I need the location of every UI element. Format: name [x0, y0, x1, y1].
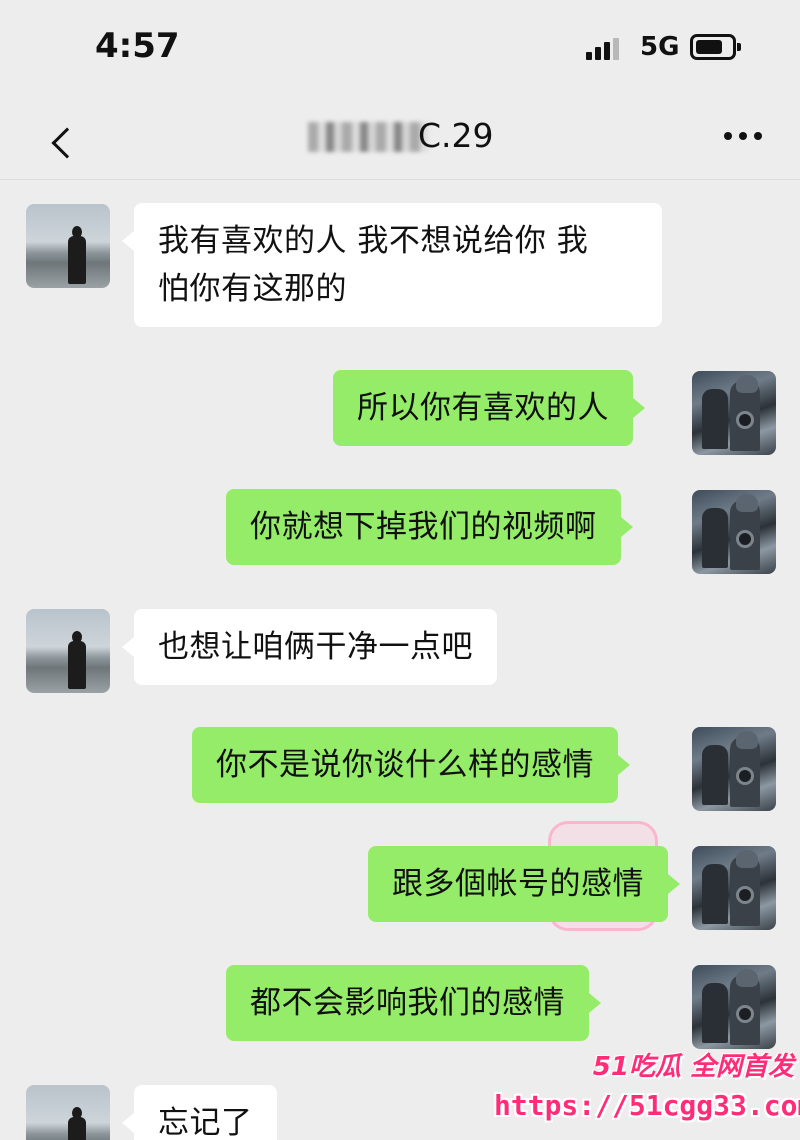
contact-avatar[interactable]: [26, 204, 110, 288]
watermark-brand: 51吃瓜 全网首发: [592, 1052, 794, 1082]
message-text: 我有喜欢的人 我不想说给你 我: [158, 223, 589, 259]
back-button[interactable]: [20, 106, 83, 166]
chat-header: C.29: [0, 96, 800, 180]
my-avatar[interactable]: [692, 371, 776, 455]
message-text: 怕你有这那的: [158, 271, 347, 307]
my-avatar[interactable]: [692, 846, 776, 930]
message-text: 忘记了: [158, 1105, 253, 1140]
status-bar: 4:57 5G: [0, 0, 800, 96]
chat-title-text: C.29: [418, 116, 494, 155]
status-time: 4:57: [95, 26, 180, 66]
message-bubble-outgoing[interactable]: 你就想下掉我们的视频啊: [226, 489, 632, 565]
message-text: 你不是说你谈什么样的感情: [216, 747, 594, 783]
watermark-url: https://51cgg33.com: [494, 1089, 800, 1122]
message-bubble-outgoing[interactable]: 所以你有喜欢的人: [333, 370, 645, 446]
my-avatar[interactable]: [692, 965, 776, 1049]
signal-icon: [586, 36, 630, 60]
message-text: 所以你有喜欢的人: [357, 390, 609, 426]
contact-avatar[interactable]: [26, 1085, 110, 1140]
chevron-left-icon: [51, 127, 83, 159]
site-watermark: 51吃瓜 全网首发 https://51cgg33.com: [494, 1046, 800, 1132]
my-avatar[interactable]: [692, 490, 776, 574]
message-text: 你就想下掉我们的视频啊: [250, 509, 597, 545]
message-bubble-incoming[interactable]: 也想让咱俩干净一点吧: [122, 609, 497, 685]
my-avatar[interactable]: [692, 727, 776, 811]
message-bubble-outgoing[interactable]: 跟多個帐号的感情: [368, 846, 680, 922]
message-text: 也想让咱俩干净一点吧: [158, 629, 473, 665]
message-list[interactable]: 我有喜欢的人 我不想说给你 我 怕你有这那的 所以你有喜欢的人 你就想下掉我们的…: [0, 181, 800, 1140]
ellipsis-icon[interactable]: [724, 132, 764, 142]
message-bubble-outgoing[interactable]: 都不会影响我们的感情: [226, 965, 601, 1041]
message-bubble-incoming[interactable]: 忘记了: [122, 1085, 277, 1140]
message-bubble-incoming[interactable]: 我有喜欢的人 我不想说给你 我 怕你有这那的: [122, 203, 662, 327]
chat-title: C.29: [300, 116, 510, 160]
message-text: 跟多個帐号的感情: [392, 866, 644, 902]
message-text: 都不会影响我们的感情: [250, 985, 565, 1021]
redacted-name: [308, 122, 428, 152]
message-bubble-outgoing[interactable]: 你不是说你谈什么样的感情: [192, 727, 630, 803]
network-type: 5G: [640, 32, 680, 62]
contact-avatar[interactable]: [26, 609, 110, 693]
battery-icon: [690, 34, 741, 60]
